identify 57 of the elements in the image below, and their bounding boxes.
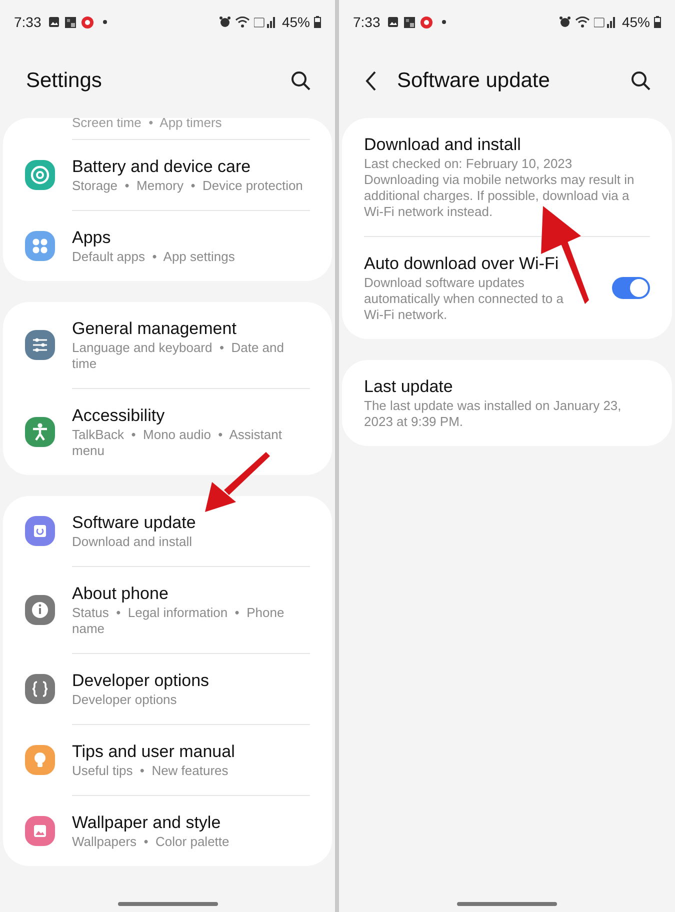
item-title[interactable]: Software update [72, 512, 310, 534]
update-icon [25, 516, 55, 546]
screen-title: Settings [26, 69, 103, 93]
item-title[interactable]: Auto download over Wi-Fi [364, 253, 565, 275]
item-subtitle: Status • Legal information • Phone name [72, 605, 286, 637]
item-title[interactable]: Download and install [364, 134, 650, 156]
wifi-icon [234, 16, 250, 28]
item-title[interactable]: Accessibility [72, 405, 310, 427]
item-title[interactable]: Tips and user manual [72, 741, 310, 763]
sliders-icon [25, 330, 55, 360]
screen-title: Software update [397, 69, 551, 93]
item-subtitle: Wallpapers • Color palette [72, 834, 230, 850]
back-icon[interactable] [365, 70, 377, 92]
toggle-switch[interactable] [612, 277, 650, 299]
item-title[interactable]: Last update [364, 376, 650, 398]
apps-icon [25, 231, 55, 261]
alarm-icon [558, 16, 571, 28]
wifi-icon [574, 16, 590, 28]
gallery-icon [48, 16, 60, 28]
item-subtitle: Download and install [72, 534, 193, 550]
item-subtitle: Developer options [72, 692, 178, 708]
notification-icon [420, 16, 434, 28]
signal-icon [254, 16, 276, 28]
notification-icon [81, 16, 94, 28]
item-title[interactable]: Wallpaper and style [72, 812, 310, 834]
item-title[interactable]: Apps [72, 227, 310, 249]
notification-dot-icon [102, 19, 108, 25]
item-subtitle: Useful tips • New features [72, 763, 230, 779]
item-subtitle: Storage • Memory • Device protection [72, 178, 304, 194]
braces-icon [25, 674, 55, 704]
bulb-icon [25, 745, 55, 775]
alarm-icon [218, 16, 231, 28]
app-notification-icon [403, 16, 416, 28]
item-title[interactable]: Battery and device care [72, 156, 310, 178]
item-title[interactable]: General management [72, 318, 310, 340]
item-subtitle: Last checked on: February 10, 2023 Downloading via mobile networks may result in additional charges. If possible, download via a Wi-Fi network instead. [364, 156, 636, 220]
info-icon [25, 595, 55, 625]
status-time: 7:33 [14, 14, 42, 30]
item-title[interactable]: About phone [72, 583, 310, 605]
app-notification-icon [64, 16, 78, 28]
search-icon[interactable] [631, 71, 651, 91]
item-subtitle: TalkBack • Mono audio • Assistant menu [72, 427, 283, 459]
image-icon [25, 816, 55, 846]
search-icon[interactable] [291, 71, 311, 91]
notification-dot-icon [441, 19, 448, 25]
arrow-annotation [205, 452, 270, 512]
battery-level: 45% [282, 14, 310, 30]
status-time: 7:33 [353, 14, 380, 30]
item-subtitle: The last update was installed on January 23, 2023 at 9:39 PM. [364, 398, 622, 430]
battery-level: 45% [622, 14, 650, 30]
person-icon [25, 417, 55, 447]
gallery-icon [387, 16, 400, 28]
item-subtitle: Download software updates automatically when connected to a Wi-Fi network. [364, 275, 564, 323]
item-subtitle: Default apps • App settings [72, 249, 236, 265]
signal-icon [594, 16, 616, 28]
item-title[interactable]: Developer options [72, 670, 310, 692]
item-subtitle: Language and keyboard • Date and time [72, 340, 285, 372]
